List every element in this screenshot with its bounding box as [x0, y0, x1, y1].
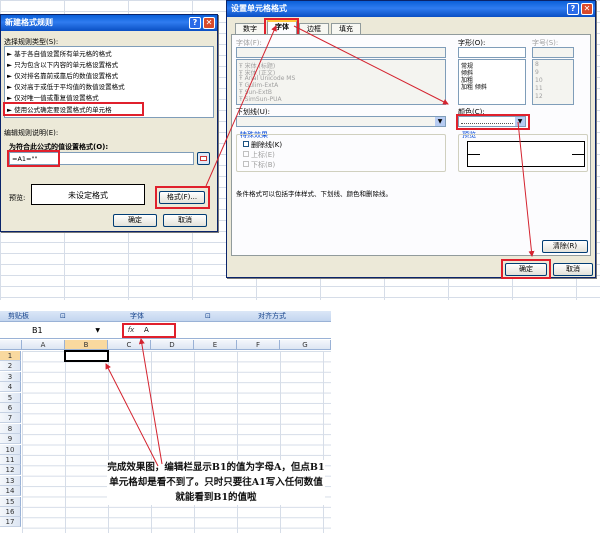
font-item[interactable]: Ŧ Sun-ExtB: [239, 89, 272, 96]
preview-group: [458, 134, 588, 172]
collapse-dialog-button[interactable]: [197, 152, 210, 165]
row-header[interactable]: 5: [0, 393, 21, 403]
range-select-icon: [200, 156, 207, 161]
row-header[interactable]: 17: [0, 517, 21, 527]
rule-type-item[interactable]: ► 基于各自值设置所有单元格的格式: [7, 48, 112, 58]
effects-group: 删除线(K) 上标(E) 下标(B): [236, 134, 446, 172]
preview-box: 未设定格式: [31, 184, 145, 205]
tab-number[interactable]: 数字: [235, 23, 265, 34]
row-header[interactable]: 6: [0, 403, 21, 413]
help-icon[interactable]: ?: [567, 3, 579, 15]
dialog-launcher-icon[interactable]: ⊡: [205, 311, 211, 322]
tab-border[interactable]: 边框: [299, 23, 329, 34]
highlight-formula-rule: [3, 102, 144, 116]
row-header[interactable]: 14: [0, 486, 21, 496]
style-item[interactable]: 加粗 倾斜: [461, 82, 487, 91]
size-item[interactable]: 12: [535, 93, 543, 100]
dialog-title: 设置单元格格式: [227, 1, 595, 17]
rule-type-item[interactable]: ► 只为包含以下内容的单元格设置格式: [7, 59, 118, 69]
size-item[interactable]: 10: [535, 77, 543, 84]
tab-fill[interactable]: 填充: [331, 23, 361, 34]
conditional-note: 条件格式可以包括字体样式、下划线、颜色和删除线。: [236, 190, 392, 198]
cell-grid[interactable]: [22, 351, 331, 533]
size-item[interactable]: 9: [535, 69, 539, 76]
cancel-button[interactable]: 取消: [163, 214, 207, 227]
preview-box: [467, 141, 585, 167]
dialog-launcher-icon[interactable]: ⊡: [60, 311, 66, 322]
highlight-color-select: [456, 114, 530, 130]
row-header[interactable]: 10: [0, 445, 21, 455]
subscript-checkbox[interactable]: 下标(B): [243, 160, 275, 170]
chevron-down-icon: ▼: [435, 117, 445, 126]
formula-bar: B1 ▼ fx A: [0, 323, 331, 339]
font-list: Ŧ 宋体 (标题) Ŧ 宋体 (正文) Ŧ Arial Unicode MS Ŧ…: [236, 59, 446, 105]
close-icon[interactable]: ✕: [203, 17, 215, 29]
superscript-checkbox[interactable]: 上标(E): [243, 150, 275, 160]
highlight-ok-button: [501, 259, 551, 279]
active-cell-b1[interactable]: [64, 350, 109, 362]
row-header[interactable]: 16: [0, 507, 21, 517]
font-tab-panel: 字体(F): Ŧ 宋体 (标题) Ŧ 宋体 (正文) Ŧ Arial Unico…: [231, 34, 591, 256]
column-header[interactable]: C: [108, 340, 151, 350]
column-header[interactable]: A: [22, 340, 65, 350]
ribbon-group-alignment[interactable]: 对齐方式: [258, 311, 286, 322]
ribbon-group-font[interactable]: 字体: [130, 311, 144, 322]
row-header[interactable]: 13: [0, 476, 21, 486]
row-header[interactable]: 3: [0, 372, 21, 382]
size-item[interactable]: 11: [535, 85, 543, 92]
column-header[interactable]: D: [151, 340, 194, 350]
strikethrough-checkbox[interactable]: 删除线(K): [243, 140, 282, 150]
column-header[interactable]: B: [65, 340, 108, 350]
font-input: [236, 47, 446, 58]
column-header[interactable]: E: [194, 340, 237, 350]
highlight-formula-content: [122, 323, 176, 338]
help-icon[interactable]: ?: [189, 17, 201, 29]
row-header[interactable]: 7: [0, 413, 21, 423]
clear-button[interactable]: 清除(R): [542, 240, 588, 253]
highlight-format-button: [155, 186, 210, 209]
size-input: [532, 47, 574, 58]
column-header[interactable]: F: [237, 340, 280, 350]
font-item[interactable]: Ŧ Arial Unicode MS: [239, 75, 295, 82]
font-item[interactable]: Ŧ Gulim-ExtA: [239, 82, 278, 89]
row-header[interactable]: 4: [0, 382, 21, 392]
ribbon-group-bar: 剪贴板 ⊡ 字体 ⊡ 对齐方式: [0, 311, 331, 322]
row-header[interactable]: 15: [0, 497, 21, 507]
dialog-title: 新建格式规则: [1, 15, 217, 31]
row-header[interactable]: 8: [0, 424, 21, 434]
rule-type-item[interactable]: ► 仅对排名靠前或靠后的数值设置格式: [7, 70, 118, 80]
style-input[interactable]: [458, 47, 526, 58]
size-item[interactable]: 8: [535, 61, 539, 68]
style-list: 常规 倾斜 加粗 加粗 倾斜: [458, 59, 526, 105]
column-header[interactable]: G: [280, 340, 331, 350]
row-header[interactable]: 1: [0, 351, 21, 361]
rule-type-item[interactable]: ► 仅对高于或低于平均值的数值设置格式: [7, 81, 125, 91]
rule-type-item[interactable]: ► 仅对唯一值或重复值设置格式: [7, 92, 99, 102]
annotation-text: 完成效果图，编辑栏显示B1的值为字母A，但点B1单元格却是看不到了。只时只要往A…: [107, 460, 325, 505]
cancel-button[interactable]: 取消: [553, 263, 593, 276]
chevron-down-icon[interactable]: ▼: [95, 325, 100, 336]
ok-button[interactable]: 确定: [113, 214, 157, 227]
format-cells-dialog: 设置单元格格式 ? ✕ 数字 字体 边框 填充 字体(F): Ŧ 宋体 (标题)…: [226, 0, 596, 279]
size-list: 8 9 10 11 12: [532, 59, 574, 105]
underline-select[interactable]: ▼: [236, 116, 446, 127]
row-header[interactable]: 2: [0, 361, 21, 371]
ribbon-group-clipboard[interactable]: 剪贴板: [8, 311, 29, 322]
select-all-corner[interactable]: [0, 340, 22, 350]
new-format-rule-dialog: 新建格式规则 ? ✕ 选择规则类型(S): ► 基于各自值设置所有单元格的格式 …: [0, 14, 218, 232]
close-icon[interactable]: ✕: [581, 3, 593, 15]
edit-rule-label: 编辑规则说明(E):: [4, 129, 59, 137]
font-item[interactable]: Ŧ SimSun-PUA: [239, 96, 282, 103]
row-header[interactable]: 11: [0, 455, 21, 465]
row-header[interactable]: 9: [0, 434, 21, 444]
name-box[interactable]: B1 ▼: [30, 325, 102, 336]
highlight-formula-input: [7, 150, 60, 167]
row-header[interactable]: 12: [0, 465, 21, 475]
preview-label: 预览:: [9, 194, 26, 202]
